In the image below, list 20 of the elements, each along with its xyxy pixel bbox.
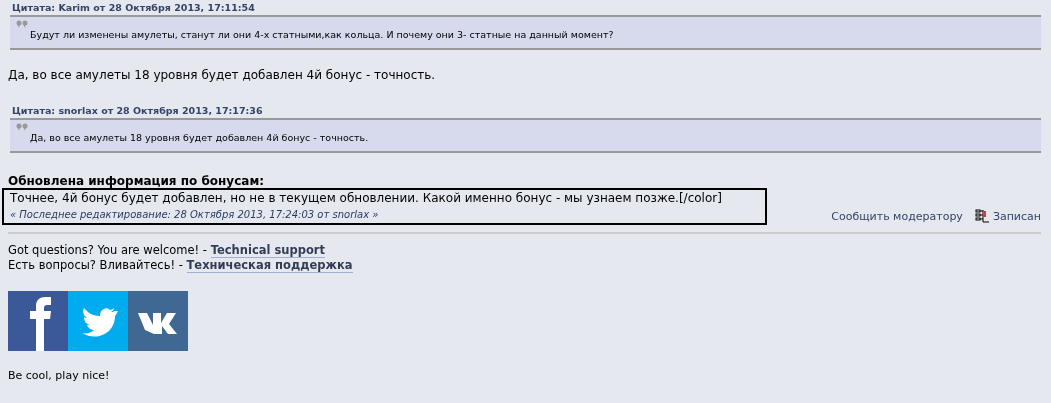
signature-motto: Be cool, play nice! <box>8 369 111 382</box>
last-edit-note: « Последнее редактирование: 28 Октября 2013, 17:24:03 от snorlax » <box>10 209 380 220</box>
quote-header: Цитата: Karim от 28 Октября 2013, 17:11:54 <box>11 1 256 15</box>
quote-mark-icon <box>16 20 28 28</box>
quote-header: Цитата: snorlax от 28 Октября 2013, 17:17:36 <box>11 104 264 118</box>
f-logo-icon[interactable] <box>8 291 68 351</box>
tree-icon <box>974 209 991 223</box>
quote-text: Будут ли изменены амулеты, станут ли они 4-х статными,как кольца. И почему они 3- статные на данный момент? <box>30 29 614 40</box>
support-link[interactable]: Technical support <box>210 243 325 258</box>
signature-text: Got questions? You are welcome! - <box>8 243 208 257</box>
vk-logo-icon[interactable] <box>128 291 188 351</box>
update-heading: Обновлена информация по бонусам: <box>8 174 265 188</box>
quote-mark-icon <box>16 123 28 131</box>
post-text: Да, во все амулеты 18 уровня будет добавлен 4й бонус - точность. <box>8 68 437 82</box>
support-link[interactable]: Техническая поддержка <box>186 258 353 273</box>
update-text: Точнее, 4й бонус будет добавлен, но не в текущем обновлении. Какой именно бонус - мы узнаем позже.[/color] <box>10 191 723 205</box>
report-link[interactable]: Сообщить модератору <box>831 209 963 223</box>
logged-link[interactable]: Записан <box>992 209 1041 223</box>
signature-text: Есть вопросы? Вливайтесь! - <box>8 258 184 272</box>
quote-text: Да, во все амулеты 18 уровня будет добавлен 4й бонус - точность. <box>30 132 369 143</box>
